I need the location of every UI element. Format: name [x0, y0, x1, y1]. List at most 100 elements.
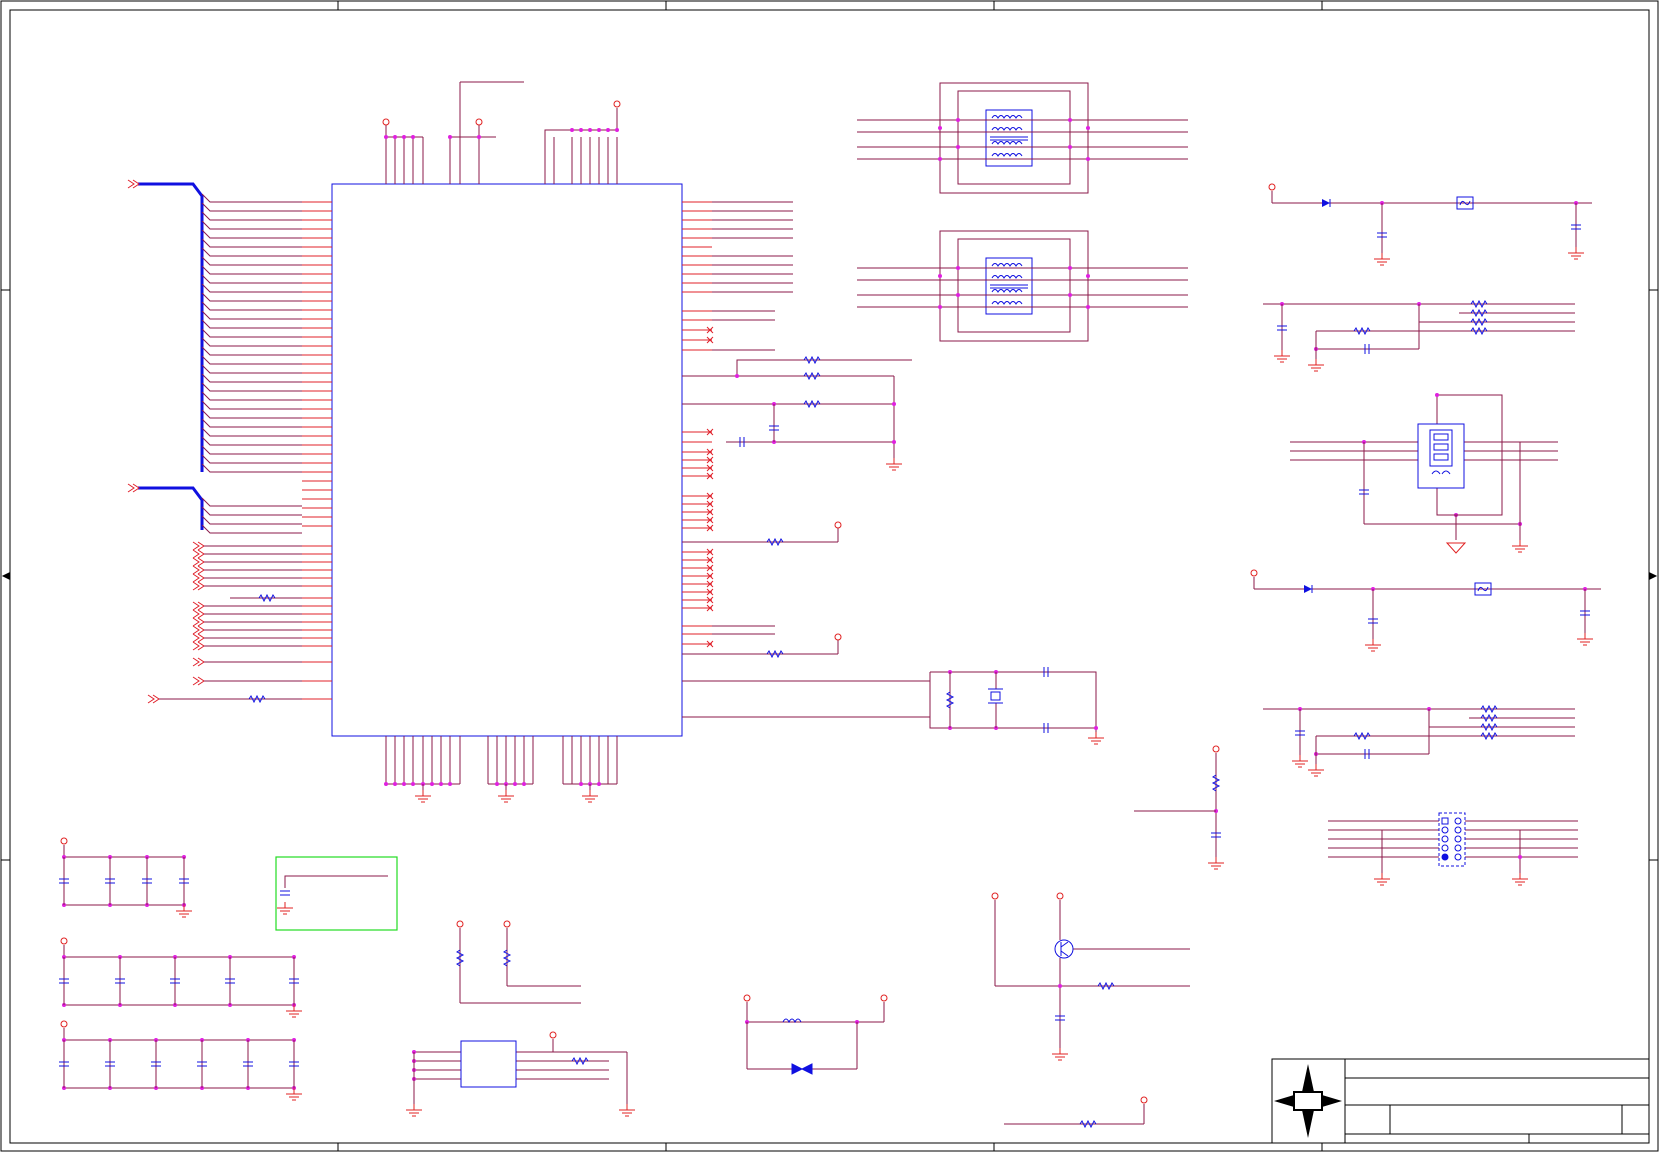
header-pin	[1454, 826, 1462, 834]
header-pin	[1441, 826, 1449, 834]
junction-dot	[448, 782, 452, 786]
power-port	[1140, 1096, 1148, 1104]
header-pin	[1454, 817, 1462, 825]
junction-dot	[1068, 118, 1072, 122]
offpage-connector	[192, 633, 205, 643]
chassis-ground-symbol	[1445, 542, 1467, 554]
junction-dot	[430, 782, 434, 786]
offpage-connector	[192, 617, 205, 627]
wire	[1436, 394, 1503, 516]
ground-symbol	[619, 1104, 635, 1117]
power-port	[1268, 183, 1276, 191]
offpage-connector	[147, 694, 160, 704]
power-port	[834, 633, 842, 641]
bus-entry	[201, 346, 302, 356]
right-column-circuits	[1134, 183, 1601, 886]
bus-entry	[201, 445, 302, 455]
right-analog-section	[682, 359, 1097, 732]
ground-symbol	[1374, 253, 1390, 266]
offpage-connector	[192, 625, 205, 635]
bus-entry	[201, 301, 302, 311]
power-port	[60, 937, 68, 945]
junction-dot	[892, 440, 896, 444]
junction-dot	[1086, 305, 1090, 309]
power-port	[503, 920, 511, 928]
bus-entries	[201, 193, 302, 534]
bus-entry	[201, 265, 302, 275]
bus-entry	[201, 524, 302, 534]
transformer-body	[985, 109, 1033, 167]
junction-dot	[956, 266, 960, 270]
ground-symbol	[1208, 857, 1224, 870]
bottom-misc-circuits	[406, 892, 1190, 1129]
offpage-connector	[192, 657, 205, 667]
bus-entry	[201, 418, 302, 428]
header-pin	[1441, 844, 1449, 852]
offpage-connector	[192, 565, 205, 575]
sheet-border	[0, 0, 1659, 1152]
bus-entry	[201, 337, 302, 347]
ground-symbol	[1374, 873, 1390, 886]
bus-entry	[201, 274, 302, 284]
bus-left-upper	[127, 179, 204, 472]
junction-dot	[938, 157, 942, 161]
capacitor	[280, 890, 290, 896]
power-port	[991, 892, 999, 900]
junction-dot	[938, 305, 942, 309]
bus-entry	[201, 319, 302, 329]
junction-dot	[522, 782, 526, 786]
bus-entry	[201, 229, 302, 239]
schematic-sheet	[0, 0, 1660, 1153]
junction-dot	[956, 118, 960, 122]
ground-symbol	[1308, 359, 1324, 372]
bus-entry	[201, 256, 302, 266]
junction-dot	[1086, 157, 1090, 161]
junction-dot	[1086, 126, 1090, 130]
offpage-connector	[192, 601, 205, 611]
header-pin	[1454, 835, 1462, 843]
ground-symbol	[1274, 350, 1290, 363]
header-pin	[1454, 844, 1462, 852]
bus-entry	[201, 238, 302, 248]
bus-left-lower	[127, 483, 204, 530]
junction-dot	[495, 782, 499, 786]
bus-entry	[201, 497, 302, 507]
offpage-connector	[192, 676, 205, 686]
bus-entry	[201, 211, 302, 221]
ground-symbol	[1292, 755, 1308, 768]
offpage-connector-2	[127, 483, 140, 493]
ground-symbol	[1512, 873, 1528, 886]
junction-dot	[956, 145, 960, 149]
bus-entry	[201, 373, 302, 383]
usb-connector	[1417, 423, 1465, 489]
junction-dot	[597, 782, 601, 786]
ground-symbol	[286, 1088, 302, 1101]
power-port	[456, 920, 464, 928]
diode	[1322, 199, 1331, 207]
junction-dot	[411, 782, 415, 786]
junction-dot	[938, 126, 942, 130]
offpage-connector	[192, 609, 205, 619]
junction-dot	[384, 782, 388, 786]
bus-entry	[201, 292, 302, 302]
header-pin	[1454, 853, 1462, 861]
ic-top-power	[382, 81, 621, 184]
right-analog-parts	[735, 355, 1104, 745]
junction-dot	[579, 782, 583, 786]
bus-entry	[201, 283, 302, 293]
decoupling-banks	[59, 837, 302, 1101]
junction-dot	[1068, 293, 1072, 297]
header-pin	[1441, 835, 1449, 843]
power-port	[60, 837, 68, 845]
power-port	[1212, 745, 1220, 753]
bus-entry	[201, 220, 302, 230]
ground-symbol	[1308, 764, 1324, 777]
ground-symbol	[406, 1104, 422, 1117]
offpage-connector	[192, 557, 205, 567]
offpage-connector	[192, 541, 205, 551]
power-port	[880, 994, 888, 1002]
bus-entry	[201, 193, 302, 203]
transformer-body	[985, 257, 1033, 315]
bus-entry	[201, 247, 302, 257]
junction-dot	[393, 782, 397, 786]
